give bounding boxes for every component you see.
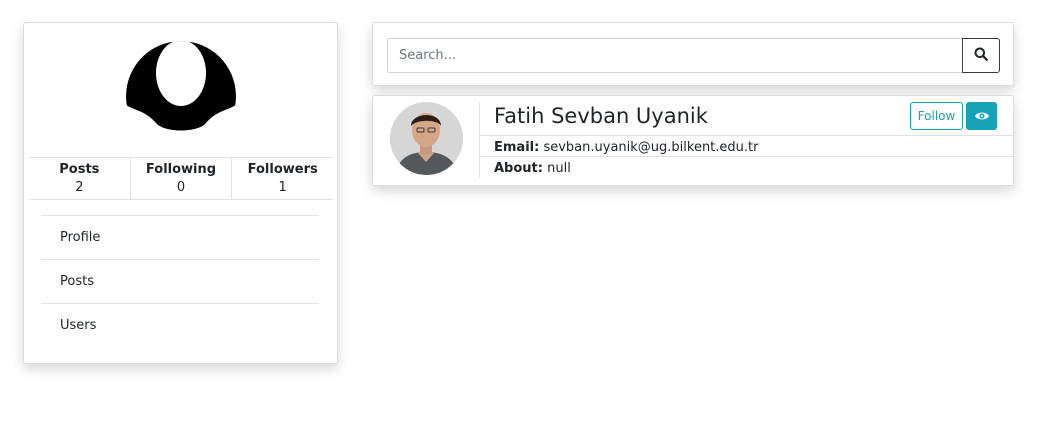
default-avatar-icon [126, 41, 236, 151]
view-profile-button[interactable] [966, 102, 997, 130]
email-value: sevban.uyanik@ug.bilkent.edu.tr [543, 140, 759, 155]
stat-following[interactable]: Following 0 [131, 158, 233, 199]
row-divider [480, 135, 1014, 136]
stat-label: Followers [247, 162, 318, 177]
stat-value: 2 [75, 180, 84, 195]
menu-item-users[interactable]: Users [41, 304, 319, 348]
eye-icon [974, 107, 990, 126]
stat-followers[interactable]: Followers 1 [232, 158, 333, 199]
menu-item-posts[interactable]: Posts [41, 260, 319, 304]
profile-stats: Posts 2 Following 0 Followers 1 [29, 157, 333, 200]
stat-label: Following [145, 162, 217, 177]
row-divider [480, 156, 1014, 157]
vertical-divider [479, 102, 480, 178]
stat-value: 1 [278, 180, 287, 195]
search-button[interactable] [962, 38, 1000, 73]
about-label: About: [494, 161, 543, 176]
email-row: Email: sevban.uyanik@ug.bilkent.edu.tr [494, 140, 758, 156]
stat-value: 0 [176, 180, 186, 195]
user-avatar[interactable] [390, 102, 463, 175]
profile-card: Posts 2 Following 0 Followers 1 Profile … [23, 22, 338, 364]
search-icon [974, 46, 988, 65]
stat-label: Posts [59, 162, 100, 177]
search-card [372, 22, 1014, 86]
search-input[interactable] [387, 38, 962, 73]
menu-item-profile[interactable]: Profile [41, 216, 319, 260]
about-value: null [547, 161, 571, 176]
user-result-card: Fatih Sevban Uyanik Follow Email: sevban… [372, 95, 1014, 186]
profile-menu: Profile Posts Users [41, 215, 319, 348]
follow-button[interactable]: Follow [910, 102, 963, 130]
user-name[interactable]: Fatih Sevban Uyanik [494, 102, 708, 130]
email-label: Email: [494, 140, 540, 155]
about-row: About: null [494, 161, 571, 177]
stat-posts[interactable]: Posts 2 [29, 158, 131, 199]
